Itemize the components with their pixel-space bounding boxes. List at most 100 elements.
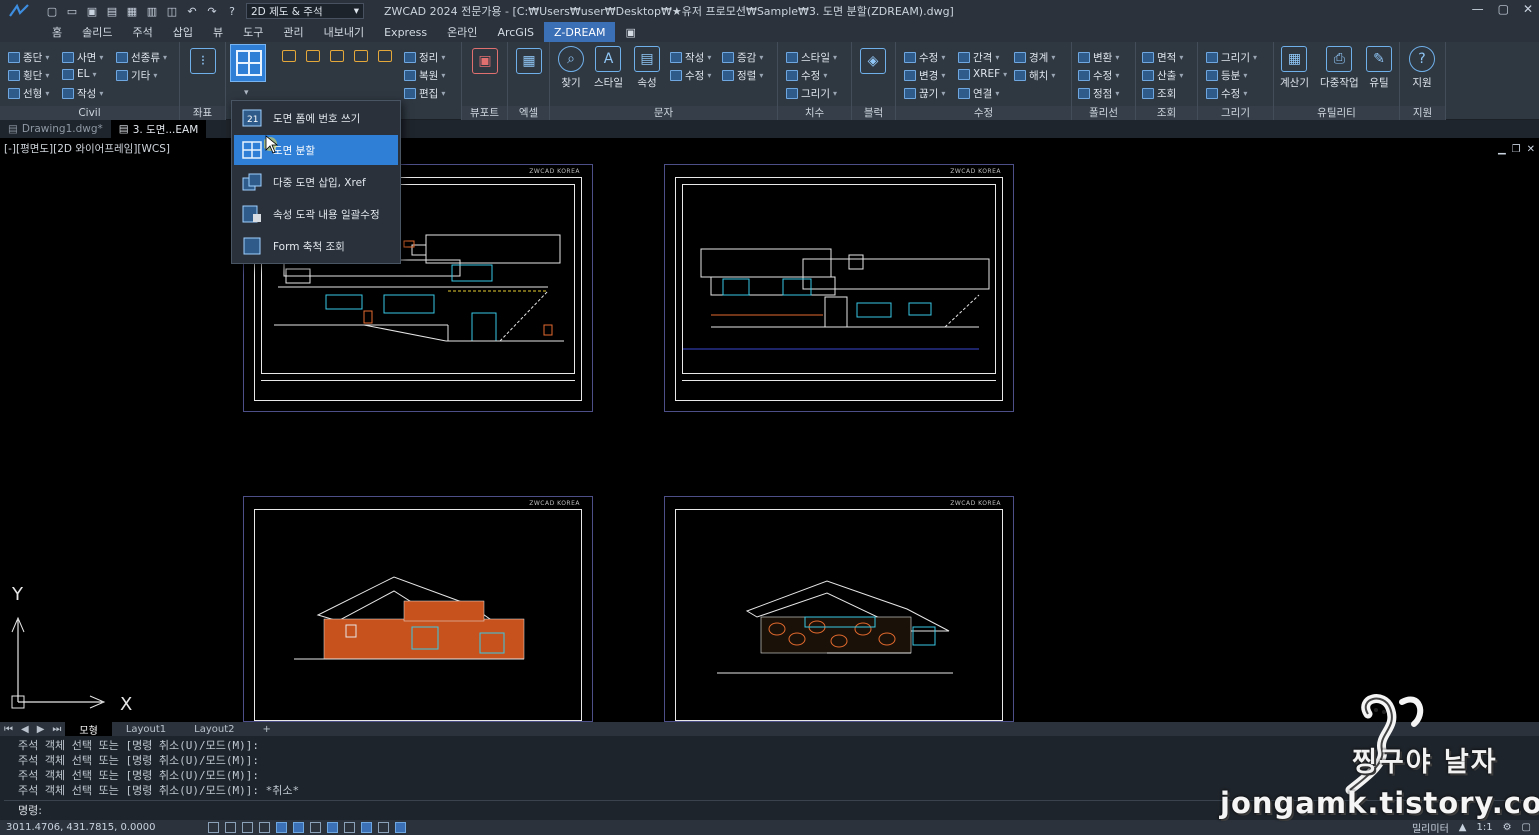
tab-express[interactable]: Express [374, 22, 437, 42]
query-calc-button[interactable]: 산출 ▾ [1142, 68, 1183, 83]
drawing-sheet[interactable]: ZWCAD KOREA [664, 496, 1014, 722]
form-tool-icon[interactable] [306, 50, 320, 62]
tab-manage[interactable]: 관리 [273, 22, 313, 42]
poly-modify-button[interactable]: 수정 ▾ [1078, 68, 1119, 83]
ribbon-toggle-icon[interactable]: ▣ [615, 22, 645, 42]
open-folder-icon[interactable]: ▭ [64, 3, 80, 19]
draw-divide-button[interactable]: 등분 ▾ [1206, 68, 1247, 83]
form-tool-icon[interactable] [354, 50, 368, 62]
calculator-button[interactable]: ▦ 계산기 [1280, 46, 1309, 90]
form-tool-icon[interactable] [282, 50, 296, 62]
modify-break-button[interactable]: 끊기 ▾ [904, 86, 945, 101]
poly-convert-button[interactable]: 변환 ▾ [1078, 50, 1119, 65]
drawing-sheet[interactable]: ZWCAD KOREA [243, 496, 593, 722]
save-icon[interactable]: ▣ [84, 3, 100, 19]
lineweight-toggle-icon[interactable] [327, 822, 338, 833]
layout-tab-layout2[interactable]: Layout2 [180, 722, 248, 736]
tab-view[interactable]: 뷰 [203, 22, 233, 42]
minimize-icon[interactable]: — [1472, 2, 1484, 16]
save-as-icon[interactable]: ▤ [104, 3, 120, 19]
match-icon[interactable]: ◫ [164, 3, 180, 19]
layout-tab-layout1[interactable]: Layout1 [112, 722, 180, 736]
file-tab-current[interactable]: ▤ 3. 도면...EAM [110, 120, 207, 138]
maximize-icon[interactable]: ▢ [1498, 2, 1509, 16]
tab-z-dream[interactable]: Z-DREAM [544, 22, 616, 42]
chevron-down-icon[interactable]: ▾ [244, 88, 249, 98]
polar-toggle-icon[interactable] [259, 822, 270, 833]
zwcad-logo-icon[interactable] [0, 0, 40, 22]
modify-join-button[interactable]: 연결 ▾ [958, 86, 999, 101]
drawing-sheet[interactable]: ZWCAD KOREA [664, 164, 1014, 412]
tab-export[interactable]: 내보내기 [314, 22, 374, 42]
draw-draw-button[interactable]: 그리기 ▾ [1206, 50, 1257, 65]
text-create-button[interactable]: 작성 ▾ [670, 50, 711, 65]
tab-annotate[interactable]: 주석 [123, 22, 163, 42]
help-icon[interactable]: ? [224, 3, 240, 19]
layout-nav-last-icon[interactable]: ⏭ [48, 724, 65, 735]
dim-modify-button[interactable]: 수정 ▾ [786, 68, 827, 83]
coord-button[interactable]: ⁝ [190, 48, 216, 77]
layout-nav-prev-icon[interactable]: ◀ [17, 724, 33, 735]
transparency-toggle-icon[interactable] [344, 822, 355, 833]
menu-item-scale-lookup[interactable]: Form 축척 조회 [234, 231, 398, 261]
civil-slope-button[interactable]: 사면 ▾ [62, 50, 103, 65]
query-area-button[interactable]: 면적 ▾ [1142, 50, 1183, 65]
add-layout-icon[interactable]: + [249, 722, 285, 736]
snap-toggle-icon[interactable] [225, 822, 236, 833]
drawing-form-button[interactable] [230, 44, 266, 82]
dim-draw-button[interactable]: 그리기 ▾ [786, 86, 837, 101]
redo-icon[interactable]: ↷ [204, 3, 220, 19]
layout-nav-next-icon[interactable]: ▶ [33, 724, 49, 735]
close-icon[interactable]: ✕ [1527, 144, 1535, 155]
tab-online[interactable]: 온라인 [437, 22, 487, 42]
restore-icon[interactable]: ❐ [1512, 144, 1521, 155]
modify-edit-button[interactable]: 수정 ▾ [904, 50, 945, 65]
draw-modify-button[interactable]: 수정 ▾ [1206, 86, 1247, 101]
text-attribute-button[interactable]: ▤ 속성 [634, 46, 660, 90]
support-button[interactable]: ? 지원 [1409, 46, 1435, 90]
dim-style-button[interactable]: 스타일 ▾ [786, 50, 837, 65]
otrack-toggle-icon[interactable] [293, 822, 304, 833]
osnap-toggle-icon[interactable] [276, 822, 287, 833]
tab-solid[interactable]: 솔리드 [72, 22, 122, 42]
text-scale-button[interactable]: 증감 ▾ [722, 50, 763, 65]
modify-change-button[interactable]: 변경 ▾ [904, 68, 945, 83]
tab-home[interactable]: 홈 [42, 22, 72, 42]
text-modify-button[interactable]: 수정 ▾ [670, 68, 711, 83]
tab-tools[interactable]: 도구 [233, 22, 273, 42]
restore-button[interactable]: 복원 ▾ [404, 68, 445, 83]
layout-tab-model[interactable]: 모형 [65, 722, 112, 737]
selection-cycle-icon[interactable] [361, 822, 372, 833]
modify-xref-button[interactable]: XREF ▾ [958, 68, 1007, 80]
menu-item-multi-insert[interactable]: 다중 도면 삽입, Xref [234, 167, 398, 197]
civil-etc-button[interactable]: 기타 ▾ [116, 68, 157, 83]
modify-offset-button[interactable]: 간격 ▾ [958, 50, 999, 65]
workspace-select[interactable]: 2D 제도 & 주석 ▾ [246, 3, 364, 19]
new-file-icon[interactable]: ▢ [44, 3, 60, 19]
viewport-lock-button[interactable]: ▣ [472, 48, 498, 77]
menu-item-split-drawing[interactable]: 도면 분할 [234, 135, 398, 165]
quick-props-icon[interactable] [395, 822, 406, 833]
form-tool-icon[interactable] [330, 50, 344, 62]
civil-alignment-button[interactable]: 선형 ▾ [8, 86, 49, 101]
block-button[interactable]: ◈ [860, 48, 886, 77]
layout-nav-first-icon[interactable]: ⏮ [0, 724, 17, 735]
annotation-monitor-icon[interactable] [378, 822, 389, 833]
menu-item-write-number[interactable]: 21 도면 폼에 번호 쓰기 [234, 103, 398, 133]
grid-toggle-icon[interactable] [208, 822, 219, 833]
close-icon[interactable]: ✕ [1523, 2, 1533, 16]
util-button[interactable]: ✎ 유틸 [1366, 46, 1392, 90]
query-lookup-button[interactable]: 조회 [1142, 86, 1176, 101]
modify-hatch-button[interactable]: 해치 ▾ [1014, 68, 1055, 83]
civil-linetype-button[interactable]: 선종류 ▾ [116, 50, 167, 65]
tab-insert[interactable]: 삽입 [163, 22, 203, 42]
undo-icon[interactable]: ↶ [184, 3, 200, 19]
text-align-button[interactable]: 정렬 ▾ [722, 68, 763, 83]
modify-boundary-button[interactable]: 경계 ▾ [1014, 50, 1055, 65]
arrange-button[interactable]: 정리 ▾ [404, 50, 445, 65]
minimize-icon[interactable]: ▁ [1498, 144, 1506, 155]
excel-button[interactable]: ▦ [516, 48, 542, 77]
civil-cross-button[interactable]: 횡단 ▾ [8, 68, 49, 83]
dyn-toggle-icon[interactable] [310, 822, 321, 833]
text-style-button[interactable]: A 스타일 [594, 46, 623, 90]
